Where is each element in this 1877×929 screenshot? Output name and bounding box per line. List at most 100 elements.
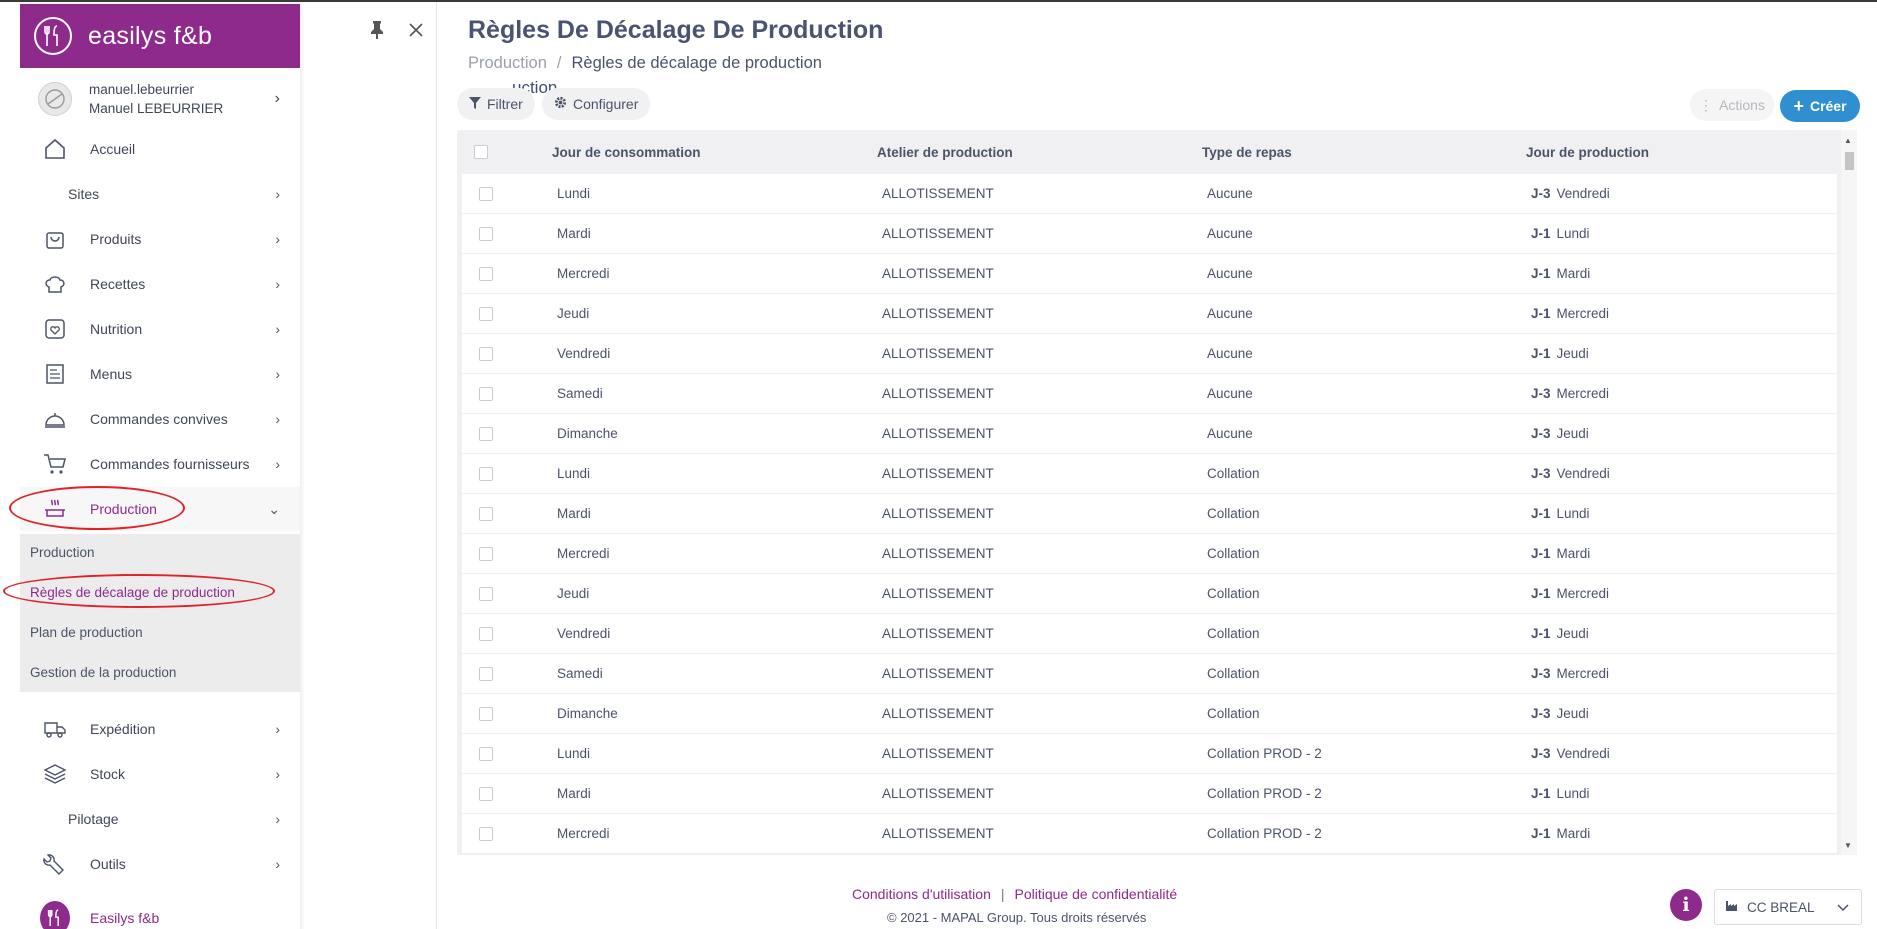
sidebar-item-accueil[interactable]: Accueil — [20, 127, 300, 171]
row-checkbox[interactable] — [479, 626, 493, 641]
sidebar-item-pilotage[interactable]: Pilotage › — [20, 797, 300, 841]
row-checkbox[interactable] — [479, 706, 493, 721]
sidebar-item-outils[interactable]: Outils › — [20, 842, 300, 886]
brand-header[interactable]: easilys f&b — [20, 4, 300, 68]
row-checkbox[interactable] — [479, 186, 493, 201]
table-row[interactable]: Lundi ALLOTISSEMENT Collation J-3 Vendredi — [462, 454, 1837, 493]
cell-jour-consommation: Mardi — [557, 226, 591, 241]
row-checkbox[interactable] — [479, 346, 493, 361]
sidebar-item-label: Produits — [90, 231, 142, 247]
sidebar-item-commandes-fournisseurs[interactable]: Commandes fournisseurs › — [20, 442, 300, 486]
sidebar-item-easilys[interactable]: Easilys f&b — [20, 896, 300, 929]
cell-atelier: ALLOTISSEMENT — [882, 706, 994, 721]
table-row[interactable]: Samedi ALLOTISSEMENT Collation J-3 Mercredi — [462, 654, 1837, 693]
user-profile[interactable]: manuel.lebeurrier Manuel LEBEURRIER › — [20, 76, 300, 122]
production-day: Mercredi — [1556, 386, 1610, 401]
column-header-jour-consommation[interactable]: Jour de consommation — [552, 145, 701, 160]
scroll-down-icon[interactable]: ▼ — [1844, 841, 1852, 850]
footer-separator: | — [1000, 886, 1005, 902]
cell-atelier: ALLOTISSEMENT — [882, 466, 994, 481]
submenu-item-regles-decalage[interactable]: Règles de décalage de production — [30, 585, 235, 600]
select-all-checkbox[interactable] — [474, 145, 488, 159]
sidebar-item-produits[interactable]: Produits › — [20, 217, 300, 261]
row-checkbox[interactable] — [479, 586, 493, 601]
table-row[interactable]: Lundi ALLOTISSEMENT Aucune J-3 Vendredi — [462, 174, 1837, 213]
cell-jour-production: J-1 Lundi — [1531, 226, 1590, 241]
sidebar-item-production[interactable]: Production ⌄ — [20, 487, 300, 531]
production-day: Lundi — [1556, 226, 1590, 241]
sidebar-item-stock[interactable]: Stock › — [20, 752, 300, 796]
table-row[interactable]: Jeudi ALLOTISSEMENT Collation J-1 Mercredi — [462, 574, 1837, 613]
filter-button[interactable]: Filtrer — [457, 88, 535, 120]
scroll-up-icon[interactable]: ▲ — [1844, 136, 1852, 145]
cell-type-repas: Collation — [1207, 666, 1260, 681]
table-scrollbar[interactable]: ▲ ▼ — [1841, 130, 1857, 855]
table-row[interactable]: Mercredi ALLOTISSEMENT Aucune J-1 Mardi — [462, 254, 1837, 293]
row-checkbox[interactable] — [479, 826, 493, 841]
table-row[interactable]: Mercredi ALLOTISSEMENT Collation PROD - 2 J… — [462, 814, 1837, 853]
table-row[interactable]: Dimanche ALLOTISSEMENT Aucune J-3 Jeudi — [462, 414, 1837, 453]
row-checkbox[interactable] — [479, 386, 493, 401]
close-icon[interactable] — [408, 22, 424, 38]
chevron-right-icon: › — [275, 276, 280, 292]
sidebar-item-recettes[interactable]: Recettes › — [20, 262, 300, 306]
production-day: Vendredi — [1556, 746, 1610, 761]
cell-type-repas: Aucune — [1207, 226, 1253, 241]
sidebar-item-label: Production — [90, 501, 157, 517]
table-row[interactable]: Samedi ALLOTISSEMENT Aucune J-3 Mercredi — [462, 374, 1837, 413]
actions-button[interactable]: ⋮ Actions — [1690, 89, 1774, 121]
submenu-item-gestion-production[interactable]: Gestion de la production — [30, 665, 176, 680]
cell-jour-production: J-1 Lundi — [1531, 506, 1590, 521]
row-checkbox[interactable] — [479, 786, 493, 801]
create-button[interactable]: + Créer — [1780, 90, 1860, 122]
production-day: Mardi — [1556, 546, 1591, 561]
cell-jour-consommation: Dimanche — [557, 426, 618, 441]
table-row[interactable]: Mercredi ALLOTISSEMENT Collation J-1 Mardi — [462, 534, 1837, 573]
table-row[interactable]: Mardi ALLOTISSEMENT Collation J-1 Lundi — [462, 494, 1837, 533]
cell-jour-production: J-3 Vendredi — [1531, 466, 1610, 481]
column-header-jour-production[interactable]: Jour de production — [1526, 145, 1649, 160]
row-checkbox[interactable] — [479, 746, 493, 761]
breadcrumb-root[interactable]: Production — [468, 54, 547, 73]
row-checkbox[interactable] — [479, 226, 493, 241]
column-header-type-repas[interactable]: Type de repas — [1202, 145, 1292, 160]
sidebar-item-expedition[interactable]: Expédition › — [20, 707, 300, 751]
table-row[interactable]: Mardi ALLOTISSEMENT Aucune J-1 Lundi — [462, 214, 1837, 253]
info-icon[interactable]: i — [1670, 889, 1702, 921]
sidebar-item-label: Recettes — [90, 276, 146, 292]
row-checkbox[interactable] — [479, 546, 493, 561]
production-day: Mercredi — [1556, 306, 1610, 321]
row-checkbox[interactable] — [479, 666, 493, 681]
truck-icon — [40, 719, 70, 739]
submenu-item-plan-production[interactable]: Plan de production — [30, 625, 143, 640]
table-row[interactable]: Dimanche ALLOTISSEMENT Collation J-3 Jeudi — [462, 694, 1837, 733]
scroll-thumb[interactable] — [1845, 152, 1854, 170]
chevron-down-icon — [1837, 900, 1849, 915]
row-checkbox[interactable] — [479, 306, 493, 321]
site-selector[interactable]: CC BREAL — [1714, 889, 1862, 925]
cell-type-repas: Collation — [1207, 466, 1260, 481]
privacy-link[interactable]: Politique de confidentialité — [1015, 886, 1178, 902]
row-checkbox[interactable] — [479, 506, 493, 521]
offset-badge: J-3 — [1531, 426, 1551, 441]
terms-link[interactable]: Conditions d'utilisation — [852, 886, 991, 902]
configure-button[interactable]: Configurer — [542, 88, 651, 120]
sidebar-item-menus[interactable]: Menus › — [20, 352, 300, 396]
table-row[interactable]: Vendredi ALLOTISSEMENT Collation J-1 Jeudi — [462, 614, 1837, 653]
submenu-item-production[interactable]: Production — [30, 545, 95, 560]
sidebar-item-nutrition[interactable]: Nutrition › — [20, 307, 300, 351]
row-checkbox[interactable] — [479, 466, 493, 481]
table-row[interactable]: Lundi ALLOTISSEMENT Collation PROD - 2 J-3 V… — [462, 734, 1837, 773]
sidebar-item-commandes-convives[interactable]: Commandes convives › — [20, 397, 300, 441]
chevron-right-icon: › — [275, 186, 280, 202]
row-checkbox[interactable] — [479, 426, 493, 441]
chevron-right-icon: › — [275, 856, 280, 872]
sidebar-item-sites[interactable]: Sites › — [20, 172, 300, 216]
table-row[interactable]: Mardi ALLOTISSEMENT Collation PROD - 2 J-1 L… — [462, 774, 1837, 813]
pin-icon[interactable] — [370, 20, 384, 40]
column-header-atelier[interactable]: Atelier de production — [877, 145, 1013, 160]
table-row[interactable]: Vendredi ALLOTISSEMENT Aucune J-1 Jeudi — [462, 334, 1837, 373]
table-row[interactable]: Jeudi ALLOTISSEMENT Aucune J-1 Mercredi — [462, 294, 1837, 333]
row-checkbox[interactable] — [479, 266, 493, 281]
filter-icon — [469, 96, 481, 112]
